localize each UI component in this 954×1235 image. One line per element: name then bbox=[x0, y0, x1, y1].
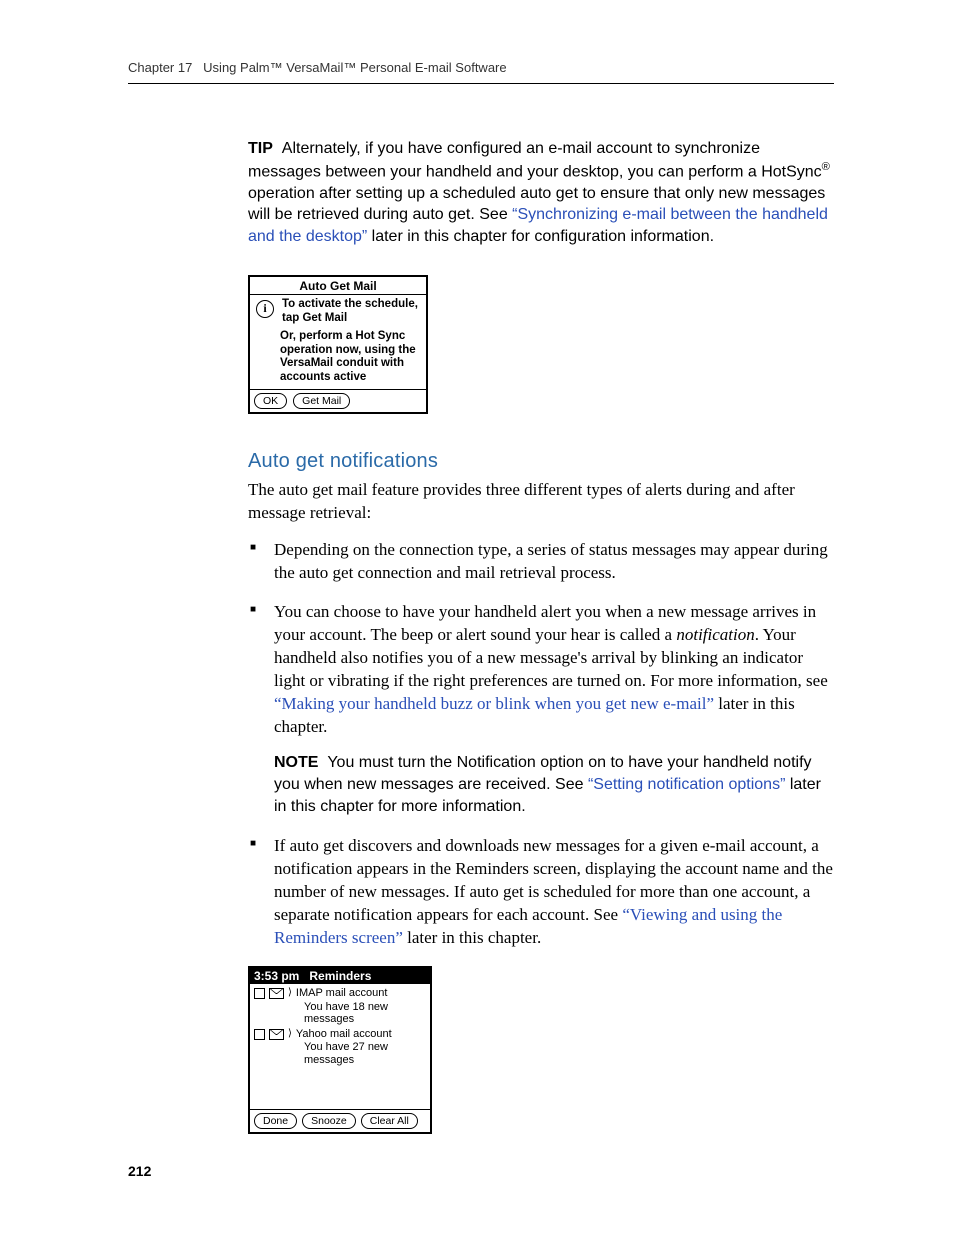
bell-icon: ⟩ bbox=[288, 1029, 292, 1038]
get-mail-button[interactable]: Get Mail bbox=[293, 393, 350, 409]
envelope-icon bbox=[269, 988, 284, 999]
checkbox-icon[interactable] bbox=[254, 988, 265, 999]
snooze-button[interactable]: Snooze bbox=[302, 1113, 356, 1129]
note-label: NOTE bbox=[274, 754, 318, 771]
tip-text-3: later in this chapter for configuration … bbox=[367, 228, 714, 245]
reminders-body: ⟩ IMAP mail account You have 18 new mess… bbox=[250, 984, 430, 1109]
done-button[interactable]: Done bbox=[254, 1113, 297, 1129]
bullet-1: Depending on the connection type, a seri… bbox=[248, 539, 834, 585]
auto-get-mail-dialog: Auto Get Mail i To activate the schedule… bbox=[248, 275, 428, 414]
tip-text-1: Alternately, if you have configured an e… bbox=[248, 140, 822, 180]
reminders-footer: Done Snooze Clear All bbox=[250, 1109, 430, 1132]
notification-options-link[interactable]: “Setting notification options” bbox=[588, 776, 785, 793]
note-block: NOTE You must turn the Notification opti… bbox=[274, 752, 834, 817]
buzz-blink-link[interactable]: “Making your handheld buzz or blink when… bbox=[274, 694, 714, 713]
dialog-text-2: Or, perform a Hot Sync operation now, us… bbox=[280, 330, 420, 385]
bullet-list: Depending on the connection type, a seri… bbox=[248, 539, 834, 950]
bullet-2-em: notification bbox=[676, 625, 754, 644]
bell-icon: ⟩ bbox=[288, 988, 292, 997]
bullet-1-text: Depending on the connection type, a seri… bbox=[274, 540, 828, 582]
reminders-title: Reminders bbox=[309, 969, 371, 983]
dialog-footer: OK Get Mail bbox=[250, 389, 426, 412]
checkbox-icon[interactable] bbox=[254, 1029, 265, 1040]
reminder-msg: You have 18 new messages bbox=[254, 1001, 426, 1026]
ok-button[interactable]: OK bbox=[254, 393, 287, 409]
envelope-icon bbox=[269, 1029, 284, 1040]
bullet-3: If auto get discovers and downloads new … bbox=[248, 835, 834, 950]
intro-paragraph: The auto get mail feature provides three… bbox=[248, 479, 834, 525]
dialog-text-1: To activate the schedule, tap Get Mail bbox=[282, 298, 420, 326]
tip-label: TIP bbox=[248, 140, 273, 157]
reminders-screen: 3:53 pm Reminders ⟩ IMAP mail account Yo… bbox=[248, 966, 432, 1134]
bullet-2: You can choose to have your handheld ale… bbox=[248, 601, 834, 817]
divider bbox=[250, 294, 426, 295]
reminders-header: 3:53 pm Reminders bbox=[250, 968, 430, 984]
registered-mark: ® bbox=[822, 161, 830, 173]
reminder-item: ⟩ IMAP mail account bbox=[254, 987, 426, 1000]
chapter-title: Using Palm™ VersaMail™ Personal E-mail S… bbox=[203, 60, 506, 75]
page: Chapter 17 Using Palm™ VersaMail™ Person… bbox=[0, 0, 954, 1235]
chapter-label: Chapter 17 bbox=[128, 60, 192, 75]
info-icon: i bbox=[256, 300, 274, 318]
dialog-title: Auto Get Mail bbox=[250, 277, 426, 293]
reminder-account: IMAP mail account bbox=[296, 987, 388, 1000]
tip-block: TIP Alternately, if you have configured … bbox=[248, 138, 834, 247]
reminders-time: 3:53 pm bbox=[254, 969, 299, 983]
reminder-msg: You have 27 new messages bbox=[254, 1041, 426, 1066]
dialog-row-1: i To activate the schedule, tap Get Mail bbox=[250, 298, 426, 330]
reminder-item: ⟩ Yahoo mail account bbox=[254, 1028, 426, 1041]
content-column: TIP Alternately, if you have configured … bbox=[128, 138, 834, 1134]
dialog-row-2: Or, perform a Hot Sync operation now, us… bbox=[250, 330, 426, 389]
page-number: 212 bbox=[128, 1163, 151, 1179]
clear-all-button[interactable]: Clear All bbox=[361, 1113, 418, 1129]
bullet-3-post: later in this chapter. bbox=[403, 928, 541, 947]
running-head: Chapter 17 Using Palm™ VersaMail™ Person… bbox=[128, 60, 834, 84]
reminder-account: Yahoo mail account bbox=[296, 1028, 392, 1041]
section-heading: Auto get notifications bbox=[248, 450, 834, 473]
